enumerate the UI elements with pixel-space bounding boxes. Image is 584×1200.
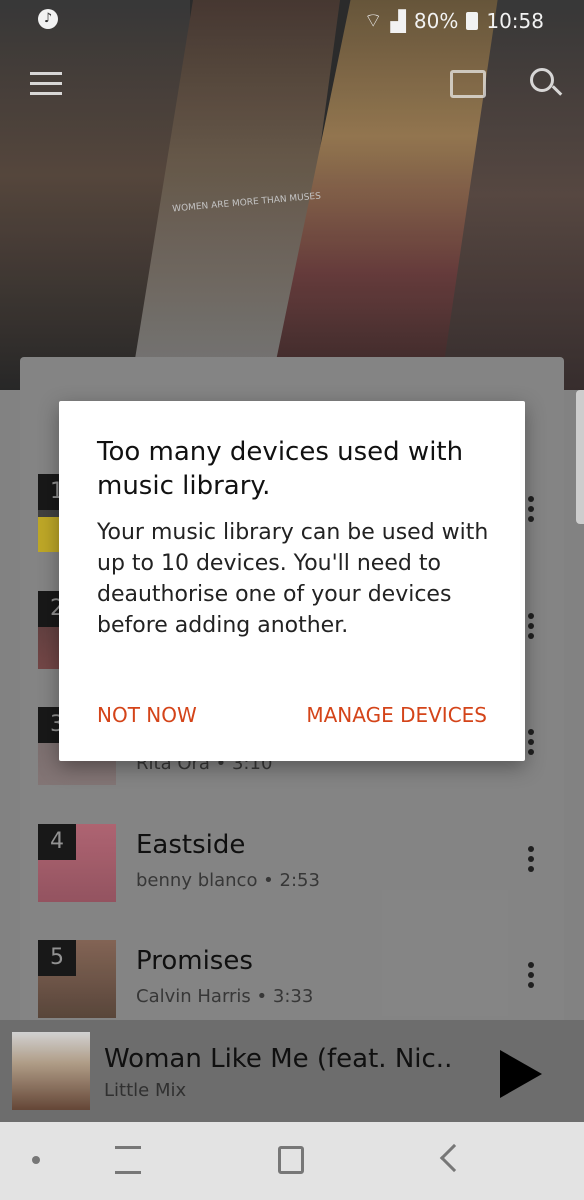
nav-dot-icon[interactable] [32,1156,40,1164]
dialog-title: Too many devices used with music library… [97,437,464,501]
dialog-message: Your music library can be used with up t… [97,520,489,638]
back-icon[interactable] [439,1143,469,1173]
recent-apps-icon[interactable] [115,1146,141,1174]
system-nav-bar [0,1122,584,1200]
too-many-devices-dialog: Too many devices used with music library… [59,401,525,761]
home-icon[interactable] [278,1146,304,1174]
manage-devices-button[interactable]: MANAGE DEVICES [306,703,487,727]
not-now-button[interactable]: NOT NOW [97,703,197,727]
